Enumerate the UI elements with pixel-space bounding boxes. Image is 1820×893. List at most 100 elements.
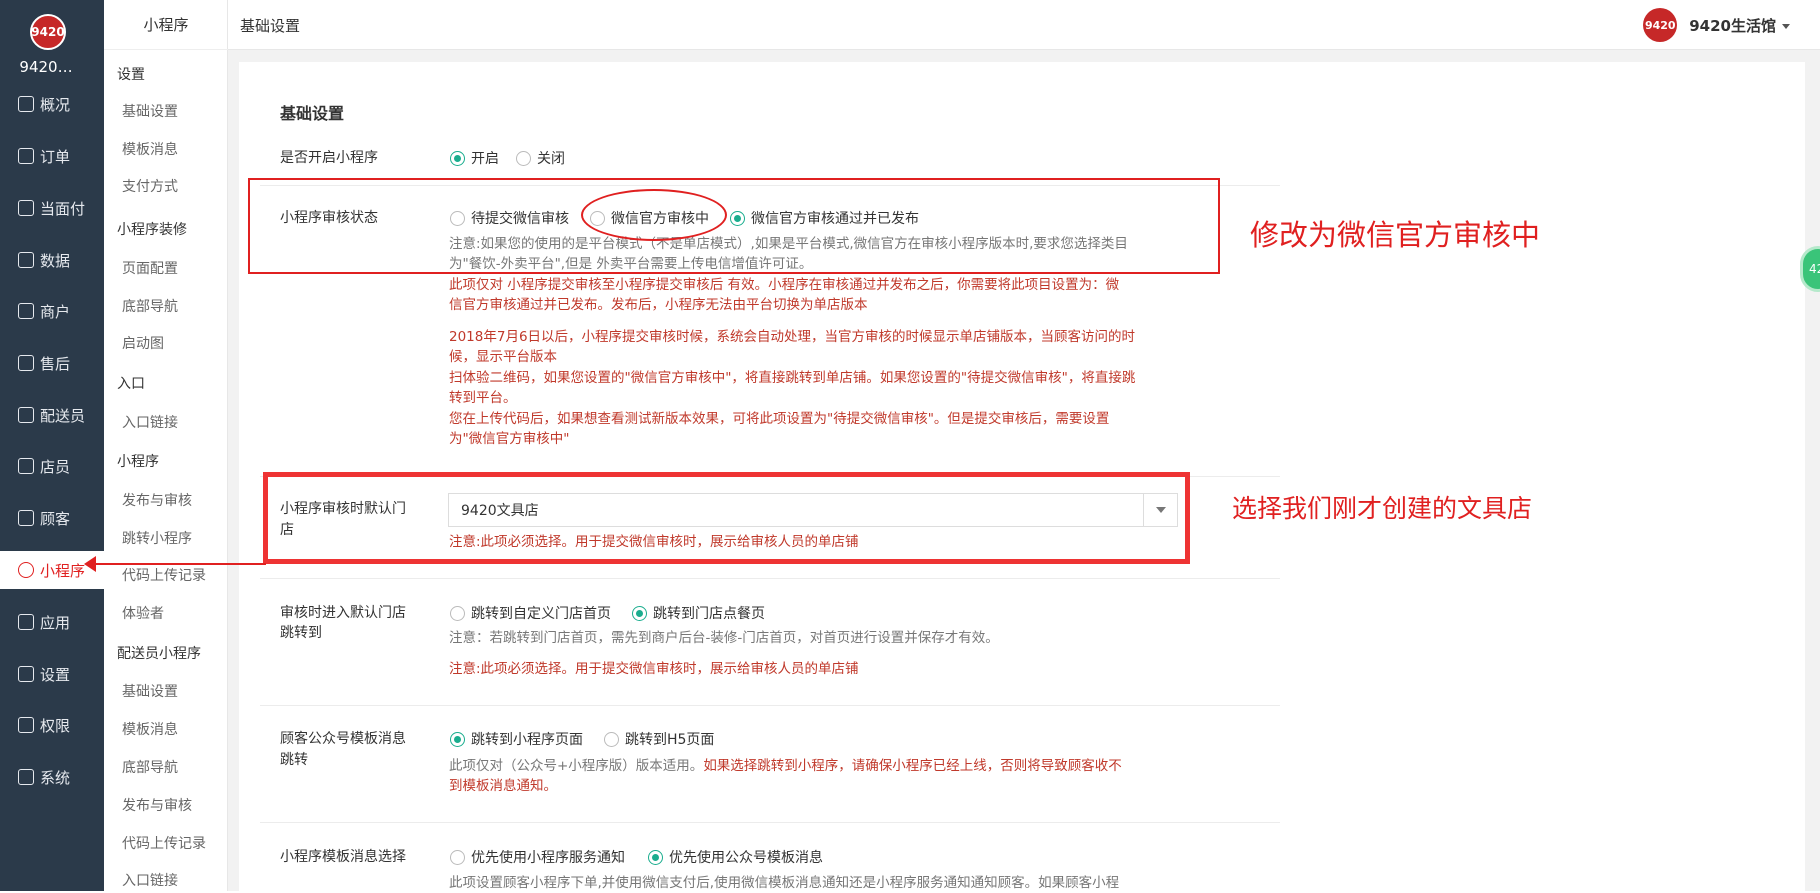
nav-item-label: 权限 (40, 716, 71, 735)
subnav-item[interactable]: 模板消息 (122, 719, 178, 739)
subnav-item[interactable]: 模板消息 (122, 139, 178, 159)
radio-template-service[interactable]: 优先使用小程序服务通知 (450, 847, 625, 867)
jump-note-gray: 注意：若跳转到门店首页，需先到商户后台-装修-门店首页，对首页进行设置并保存才有… (449, 630, 999, 646)
radio-template-official[interactable]: 优先使用公众号模板消息 (648, 847, 823, 867)
subnav-item[interactable]: 基础设置 (122, 101, 178, 121)
review-note-red: 转到平台。 (449, 390, 517, 406)
nav-item-label: 概况 (40, 95, 71, 114)
nav-item-label: 应用 (40, 613, 71, 632)
subnav-item[interactable]: 代码上传记录 (122, 565, 206, 585)
radio-unchecked-icon[interactable] (450, 849, 465, 865)
annotation-arrow-icon (84, 556, 96, 572)
nav-item-label: 当面付 (40, 199, 86, 218)
subnav-item[interactable]: 入口链接 (122, 870, 178, 890)
system-icon (18, 769, 34, 785)
dashboard-icon (18, 96, 34, 112)
nav-item-8[interactable]: 顾客 (0, 499, 104, 537)
radio-checked-icon[interactable] (450, 731, 465, 747)
user-menu[interactable]: 9420 9420生活馆 (1643, 8, 1790, 42)
template-select-note: 此项设置顾客小程序下单,并使用微信支付后,使用微信模板消息通知还是小程序服务通知… (449, 875, 1120, 891)
radio-template-h5[interactable]: 跳转到H5页面 (604, 729, 714, 749)
radio-enable-off[interactable]: 关闭 (516, 148, 565, 168)
radio-checked-icon[interactable] (648, 849, 663, 865)
annotation-text-store: 选择我们刚才创建的文具店 (1232, 494, 1533, 523)
shop-name: 9420… (19, 58, 73, 76)
miniprogram-icon (18, 562, 34, 578)
nav-item-label: 订单 (40, 147, 71, 166)
subnav-item[interactable]: 体验者 (122, 603, 164, 623)
subnav-item[interactable]: 发布与审核 (122, 795, 192, 815)
subnav-item[interactable]: 代码上传记录 (122, 833, 206, 853)
staff-icon (18, 458, 34, 474)
review-note-red: 为"微信官方审核中" (449, 431, 570, 447)
review-note-red: 信官方审核通过并已发布。发布后，小程序无法由平台切换为单店版本 (449, 297, 868, 313)
subnav-item[interactable]: 基础设置 (122, 681, 178, 701)
subnav-item[interactable]: 页面配置 (122, 258, 178, 278)
radio-label: 关闭 (537, 151, 565, 167)
nav-item-5[interactable]: 售后 (0, 344, 104, 382)
nav-item-label: 商户 (40, 302, 71, 321)
radio-unchecked-icon[interactable] (604, 731, 619, 747)
nav-item-4[interactable]: 商户 (0, 292, 104, 330)
template-jump-label: 跳转 (280, 752, 308, 768)
avatar[interactable]: 9420 (1643, 8, 1678, 42)
subnav-item[interactable]: 发布与审核 (122, 490, 192, 510)
radio-jump-order[interactable]: 跳转到门店点餐页 (632, 603, 765, 623)
order-icon (18, 148, 34, 164)
radio-enable-on[interactable]: 开启 (450, 148, 499, 168)
radio-template-miniprogram[interactable]: 跳转到小程序页面 (450, 729, 583, 749)
float-badge-text: 42 (1809, 262, 1820, 276)
divider (260, 705, 1280, 706)
service-icon (18, 355, 34, 371)
avatar-text: 9420 (1644, 18, 1676, 32)
chevron-down-icon[interactable] (1782, 23, 1790, 29)
subnav-group-title: 配送员小程序 (117, 646, 201, 662)
radio-label: 跳转到自定义门店首页 (471, 606, 611, 622)
divider (260, 578, 1280, 579)
annotation-circle (581, 189, 727, 241)
review-note-red: 2018年7月6日以后，小程序提交审核时候，系统会自动处理，当官方审核的时候显示… (449, 329, 1136, 345)
radio-checked-icon[interactable] (632, 605, 647, 621)
scrollbar[interactable] (1810, 50, 1820, 891)
subnav-item[interactable]: 入口链接 (122, 412, 178, 432)
nav-item-label: 设置 (40, 665, 71, 684)
template-select-label: 小程序模板消息选择 (280, 849, 406, 865)
gear-icon (18, 666, 34, 682)
note-red-part: 如果选择跳转到小程序，请确保小程序已经上线，否则将导致顾客收不 (703, 758, 1122, 774)
nav-item-10[interactable]: 应用 (0, 603, 104, 641)
customer-icon (18, 510, 34, 526)
nav-item-label: 顾客 (40, 509, 71, 528)
nav-item-6[interactable]: 配送员 (0, 396, 104, 434)
radio-jump-custom[interactable]: 跳转到自定义门店首页 (450, 603, 611, 623)
radio-checked-icon[interactable] (450, 150, 465, 166)
radio-label: 优先使用公众号模板消息 (669, 850, 823, 866)
chart-icon (18, 252, 34, 268)
section-title: 基础设置 (280, 104, 345, 123)
subnav-item[interactable]: 底部导航 (122, 296, 178, 316)
subnav-item[interactable]: 跳转小程序 (122, 528, 192, 548)
nav-item-label: 店员 (40, 457, 71, 476)
jump-label: 跳转到 (280, 625, 322, 641)
nav-item-label: 数据 (40, 251, 71, 270)
radio-unchecked-icon[interactable] (450, 605, 465, 621)
subnav-item[interactable]: 支付方式 (122, 176, 178, 196)
nav-item-7[interactable]: 店员 (0, 447, 104, 485)
nav-item-0[interactable]: 概况 (0, 85, 104, 123)
nav-item-3[interactable]: 数据 (0, 241, 104, 279)
nav-item-label: 系统 (40, 768, 71, 787)
review-note-red: 候，显示平台版本 (449, 349, 557, 365)
nav-item-13[interactable]: 系统 (0, 758, 104, 796)
nav-item-1[interactable]: 订单 (0, 137, 104, 175)
nav-item-2[interactable]: 当面付 (0, 189, 104, 227)
nav-item-11[interactable]: 设置 (0, 655, 104, 693)
nav-item-12[interactable]: 权限 (0, 706, 104, 744)
subnav-item[interactable]: 底部导航 (122, 757, 178, 777)
brand-logo[interactable]: 9420 (30, 14, 66, 50)
template-jump-note: 此项仅对（公众号+小程序版）版本适用。如果选择跳转到小程序，请确保小程序已经上线… (449, 756, 1122, 776)
subnav-item[interactable]: 启动图 (122, 333, 164, 353)
top-bar: 基础设置 9420 9420生活馆 (228, 0, 1820, 50)
secondary-sidebar: 小程序 设置 基础设置 模板消息 支付方式 小程序装修 页面配置 底部导航 启动图 入口 入口链接… (104, 0, 228, 891)
radio-unchecked-icon[interactable] (516, 150, 531, 166)
nav-item-label: 配送员 (40, 406, 86, 425)
floating-help-button[interactable]: 42 (1800, 246, 1820, 292)
